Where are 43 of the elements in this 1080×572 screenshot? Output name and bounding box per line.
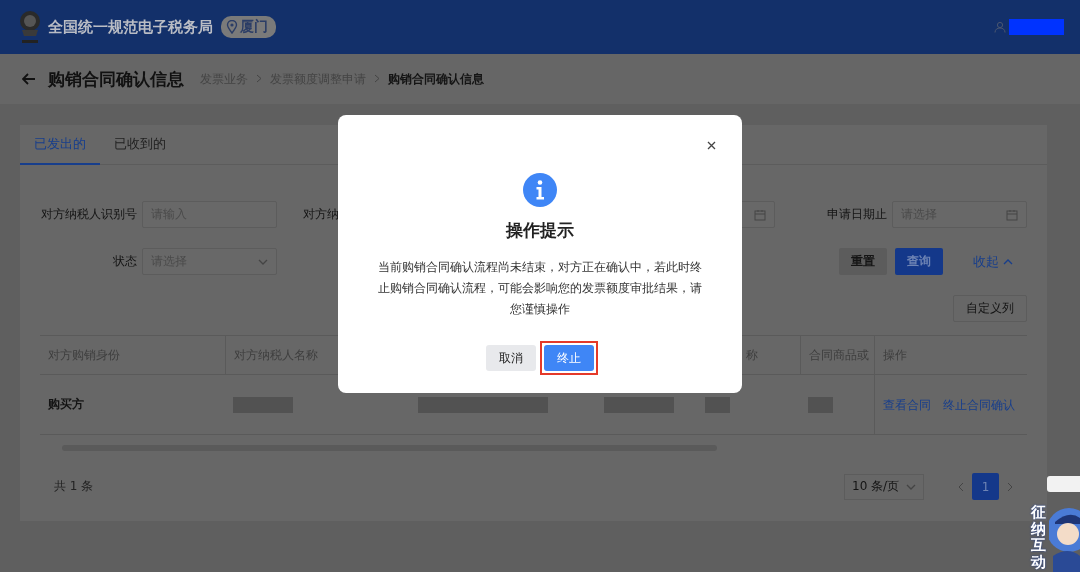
- back-arrow-icon[interactable]: [22, 73, 36, 85]
- info-icon: [523, 173, 557, 207]
- cancel-button[interactable]: 取消: [486, 345, 536, 371]
- redacted-username: [1009, 19, 1064, 35]
- chevron-right-icon: [374, 74, 380, 83]
- tab[interactable]: 已收到的: [100, 125, 180, 165]
- table-cell: 购买方: [48, 396, 84, 413]
- calendar-icon: [1006, 208, 1018, 221]
- tab[interactable]: 已发出的: [20, 125, 100, 165]
- page-size-select[interactable]: 10 条/页: [844, 473, 924, 500]
- table-action-link[interactable]: 查看合同: [883, 394, 931, 415]
- filter-label: 对方纳: [303, 206, 339, 223]
- close-button[interactable]: [707, 141, 716, 150]
- chevron-up-icon: [1003, 258, 1013, 265]
- filter-label: 状态: [112, 254, 138, 269]
- location-pin-icon: [226, 20, 238, 34]
- user-icon[interactable]: [994, 21, 1006, 33]
- chevron-down-icon: [906, 483, 916, 490]
- previous-page-icon[interactable]: [958, 481, 964, 492]
- tooltip-bubble: [1047, 476, 1080, 492]
- filter-label: 申请日期止: [826, 207, 888, 222]
- dialog-message: 当前购销合同确认流程尚未结束，对方正在确认中，若此时终止购销合同确认流程，可能会影响您的发票额度审批结果，请您谨慎操作: [377, 259, 703, 318]
- dialog-title: 操作提示: [506, 219, 574, 242]
- filter-label: 对方纳税人识别号: [40, 207, 138, 222]
- confirm-button[interactable]: 终止: [544, 345, 594, 371]
- total-count: 共 1 条: [54, 478, 94, 495]
- emblem-logo-icon: [18, 8, 42, 46]
- breadcrumb-item: 购销合同确认信息: [388, 70, 484, 88]
- table-action-link[interactable]: 终止合同确认: [943, 394, 1015, 415]
- reset-button[interactable]: 重置: [839, 248, 887, 275]
- collapse-link[interactable]: 收起: [973, 252, 1013, 271]
- chevron-down-icon: [258, 258, 268, 265]
- search-button[interactable]: 查询: [895, 248, 943, 275]
- region-selector[interactable]: 厦门: [221, 16, 276, 38]
- close-icon: [707, 141, 716, 150]
- site-title: 全国统一规范电子税务局: [48, 17, 213, 37]
- widget-label[interactable]: 征纳互动: [1031, 504, 1048, 570]
- page-title: 购销合同确认信息: [48, 67, 184, 91]
- custom-columns-button[interactable]: 自定义列: [953, 295, 1027, 322]
- chevron-right-icon: [256, 74, 262, 83]
- page-button[interactable]: 1: [972, 473, 999, 500]
- calendar-icon: [754, 208, 766, 221]
- next-page-icon[interactable]: [1007, 481, 1013, 492]
